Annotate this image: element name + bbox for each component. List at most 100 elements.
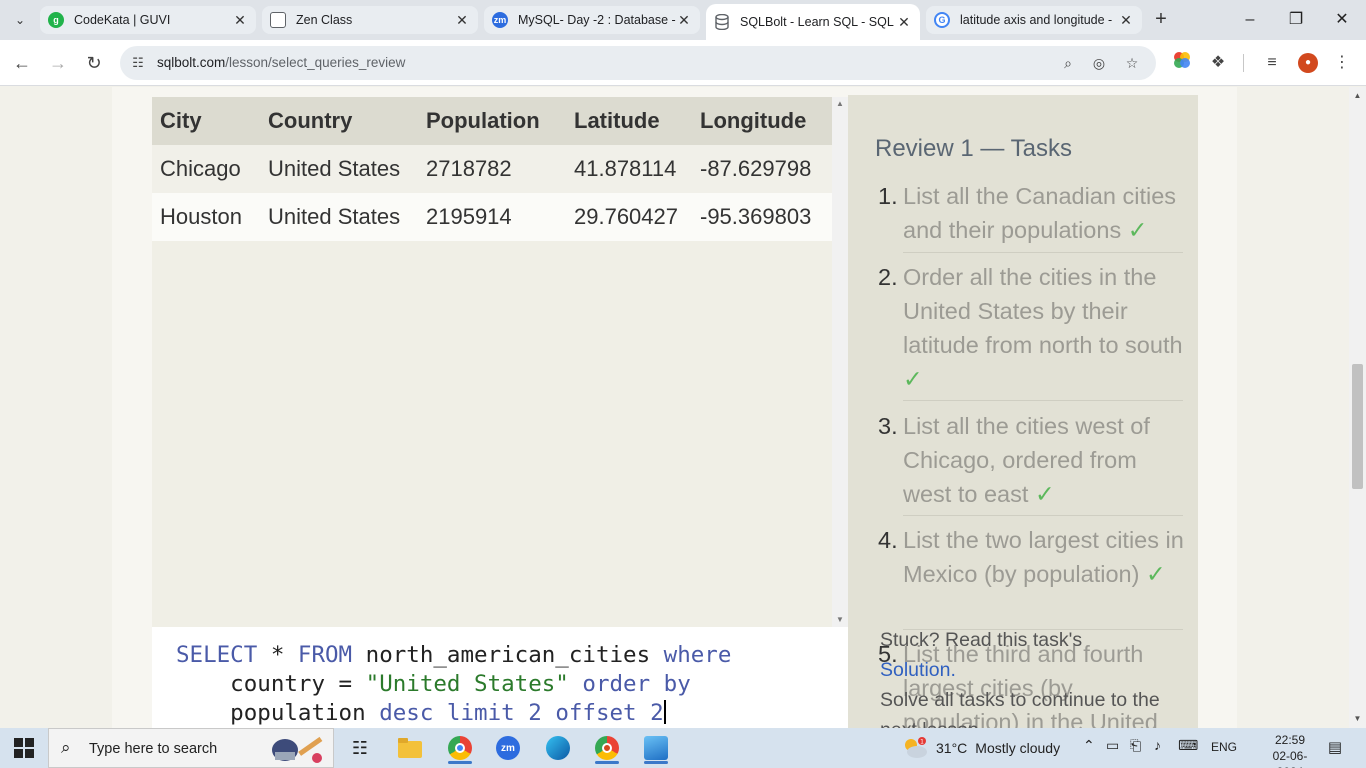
- close-icon[interactable]: ✕: [896, 14, 912, 31]
- task-text: List all the cities west of Chicago, ord…: [903, 413, 1150, 507]
- checkmark-icon: ✓: [903, 366, 923, 392]
- photos-app-icon[interactable]: [638, 732, 674, 764]
- windows-start-icon[interactable]: [14, 738, 34, 758]
- table-cell: Houston: [152, 193, 260, 241]
- volume-icon[interactable]: ♪: [1154, 737, 1161, 753]
- tab-codekata[interactable]: g CodeKata | GUVI ✕: [40, 6, 256, 34]
- checkmark-icon: ✓: [1034, 481, 1055, 507]
- zoom-app-icon[interactable]: zm: [490, 732, 526, 764]
- task-divider: [903, 252, 1183, 253]
- url-host: sqlbolt.com: [157, 55, 226, 70]
- sql-number: 2: [514, 700, 556, 726]
- bookmark-star-icon[interactable]: ☆: [1122, 53, 1142, 73]
- tasks-sidebar: Review 1 — Tasks 1. List all the Canadia…: [848, 95, 1198, 728]
- close-icon[interactable]: ✕: [232, 12, 248, 29]
- checkmark-icon: ✓: [1145, 561, 1166, 587]
- table-cell: -95.369803: [692, 193, 832, 241]
- page-viewport: City Country Population Latitude Longitu…: [0, 87, 1366, 728]
- network-icon[interactable]: ⎗: [1130, 737, 1141, 754]
- tab-title: SQLBolt - Learn SQL - SQL R: [740, 15, 896, 29]
- sql-editor[interactable]: SELECT * FROM north_american_cities wher…: [152, 627, 848, 728]
- guvi-icon: g: [48, 12, 64, 28]
- sql-string: "United States": [365, 671, 569, 697]
- sql-keyword: order by: [568, 671, 691, 697]
- scroll-down-arrow-icon[interactable]: ▼: [835, 615, 845, 624]
- scroll-up-arrow-icon[interactable]: ▲: [1352, 91, 1363, 100]
- notification-center-icon[interactable]: ▤: [1325, 738, 1345, 758]
- table-cell: 2718782: [418, 145, 566, 193]
- weather-widget[interactable]: 1 31°C Mostly cloudy: [902, 736, 1060, 760]
- tab-sqlbolt[interactable]: SQLBolt - Learn SQL - SQL R ✕: [706, 4, 920, 40]
- clock-time: 22:59: [1274, 733, 1306, 747]
- url-text[interactable]: sqlbolt.com/lesson/select_queries_review: [157, 55, 405, 70]
- table-row: Chicago United States 2718782 41.878114 …: [152, 145, 832, 193]
- sql-keyword: SELECT: [176, 642, 258, 668]
- tab-mysql-day2[interactable]: zm MySQL- Day -2 : Database - ✕: [484, 6, 700, 34]
- file-explorer-icon[interactable]: [392, 732, 428, 764]
- color-extension-icon[interactable]: [1170, 51, 1194, 75]
- chevron-up-icon[interactable]: ⌃: [1083, 737, 1095, 754]
- keyboard-icon[interactable]: ⌨: [1178, 737, 1198, 754]
- checkmark-icon: ✓: [1127, 217, 1148, 243]
- sql-code[interactable]: SELECT * FROM north_american_cities wher…: [176, 641, 731, 728]
- column-header-city: City: [152, 97, 260, 145]
- scroll-down-arrow-icon[interactable]: ▼: [1352, 714, 1363, 723]
- more-menu-icon[interactable]: ⋮: [1333, 51, 1351, 75]
- task-view-icon[interactable]: ☷: [342, 732, 378, 764]
- sql-text: population: [176, 700, 380, 726]
- windows-taskbar: ⌕ Type here to search ☷ zm 1 31°C Mostly…: [0, 728, 1366, 768]
- language-indicator[interactable]: ENG: [1211, 740, 1237, 754]
- media-control-icon[interactable]: ≡: [1260, 51, 1284, 75]
- scroll-up-arrow-icon[interactable]: ▲: [835, 99, 845, 108]
- battery-icon[interactable]: ▭: [1106, 737, 1119, 754]
- tab-latitude-search[interactable]: G latitude axis and longitude - ✕: [926, 6, 1142, 34]
- solution-link[interactable]: Solution.: [880, 659, 956, 681]
- chrome-icon[interactable]: [442, 732, 478, 764]
- page-scrollbar[interactable]: ▲ ▼: [1349, 87, 1366, 728]
- back-arrow-icon[interactable]: ←: [10, 51, 34, 75]
- weather-description: Mostly cloudy: [975, 740, 1061, 756]
- tab-title: latitude axis and longitude -: [960, 13, 1113, 27]
- browser-tab-strip: ⌄ g CodeKata | GUVI ✕ Zen Class ✕ zm MyS…: [0, 0, 1366, 40]
- taskbar-search-box[interactable]: ⌕ Type here to search: [48, 728, 334, 768]
- forward-arrow-icon[interactable]: →: [46, 51, 70, 75]
- profile-avatar[interactable]: ●: [1298, 53, 1318, 73]
- task-text: List the two largest cities in Mexico (b…: [903, 527, 1184, 587]
- scrollbar-thumb[interactable]: [1352, 364, 1363, 489]
- eye-slash-icon[interactable]: ◎: [1089, 53, 1109, 73]
- column-header-latitude: Latitude: [566, 97, 692, 145]
- zoom-icon: zm: [492, 12, 508, 28]
- task-number: 3.: [878, 413, 898, 439]
- url-path: /lesson/select_queries_review: [225, 55, 406, 70]
- chrome-profile-icon[interactable]: [589, 732, 625, 764]
- close-icon[interactable]: ✕: [454, 12, 470, 29]
- site-settings-icon[interactable]: ☷: [128, 53, 148, 73]
- new-tab-button[interactable]: +: [1150, 9, 1172, 31]
- zoom-magnifier-icon[interactable]: ⌕: [1058, 53, 1078, 73]
- table-cell: 41.878114: [566, 145, 692, 193]
- database-icon: [714, 14, 730, 30]
- tab-zen-class[interactable]: Zen Class ✕: [262, 6, 478, 34]
- system-clock[interactable]: 22:59 02-06-2024: [1260, 732, 1320, 768]
- tab-search-chevron-icon[interactable]: ⌄: [10, 10, 30, 30]
- sql-number: 2: [636, 700, 664, 726]
- minimize-icon[interactable]: –: [1238, 8, 1262, 32]
- address-bar[interactable]: ☷ sqlbolt.com/lesson/select_queries_revi…: [120, 46, 1156, 80]
- task-number: 2.: [878, 264, 898, 290]
- close-icon[interactable]: ✕: [676, 12, 692, 29]
- task-text: Order all the cities in the United State…: [903, 264, 1183, 358]
- solve-all-hint: Solve all tasks to continue to the next …: [880, 689, 1160, 728]
- results-scrollbar[interactable]: ▲ ▼: [832, 97, 848, 627]
- reload-icon[interactable]: ↻: [82, 51, 106, 75]
- column-header-longitude: Longitude: [692, 97, 832, 145]
- table-cell: United States: [260, 193, 418, 241]
- edge-icon[interactable]: [540, 732, 576, 764]
- sql-keyword: FROM: [297, 642, 353, 668]
- results-table: City Country Population Latitude Longitu…: [152, 97, 832, 241]
- extensions-puzzle-icon[interactable]: ❖: [1206, 51, 1230, 75]
- close-window-icon[interactable]: ✕: [1330, 8, 1354, 32]
- toolbar-separator: [1243, 54, 1244, 72]
- sql-text: north_american_cities: [352, 642, 664, 668]
- restore-icon[interactable]: ❐: [1284, 8, 1308, 32]
- close-icon[interactable]: ✕: [1118, 12, 1134, 29]
